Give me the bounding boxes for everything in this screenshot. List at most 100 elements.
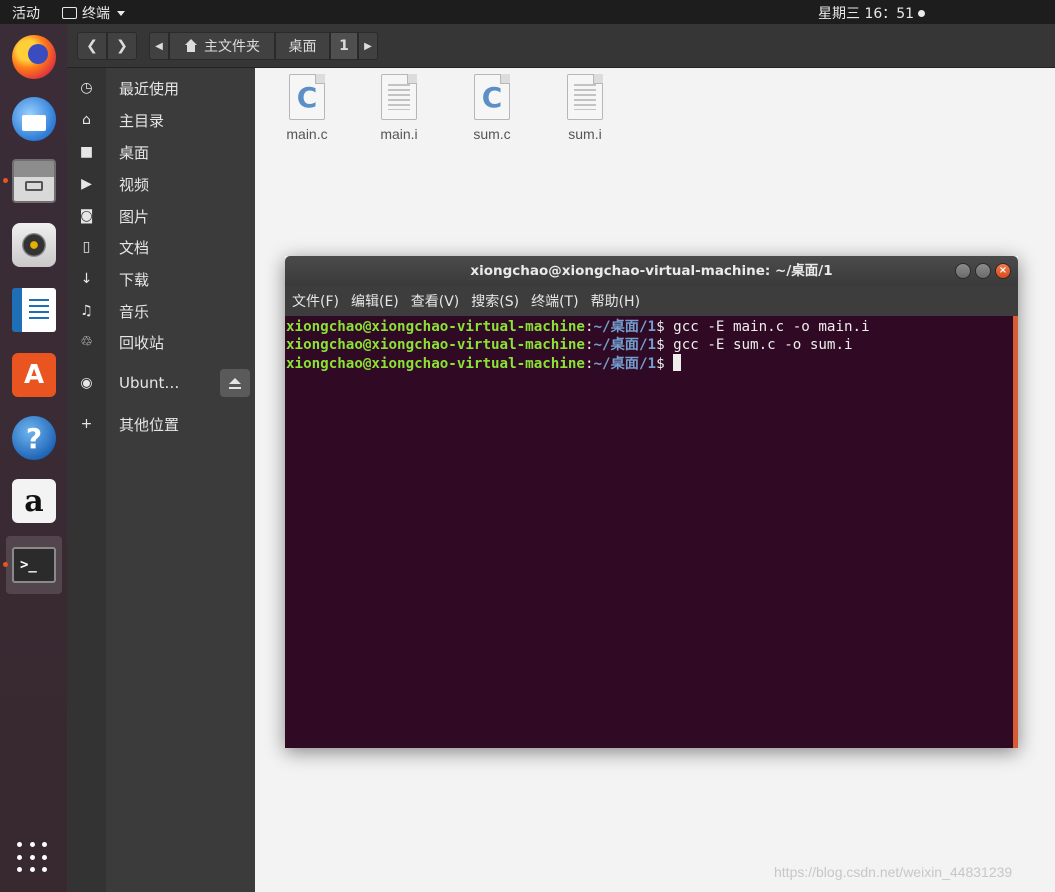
minimize-button[interactable] [955,263,971,279]
file-item[interactable]: Csum.c [456,74,528,142]
terminal-body[interactable]: xiongchao@xiongchao-virtual-machine: ~/桌面… [285,316,1018,748]
dock: A ? a >_ [0,24,67,892]
sidebar-item-2[interactable]: ■ 桌面 [67,137,255,167]
c-source-file-icon: C [289,74,325,120]
text-cursor [673,354,682,371]
path-home-button[interactable]: 主文件夹 [169,32,275,60]
chevron-down-icon [117,10,125,16]
files-icon [12,159,56,203]
amazon-icon: a [12,479,56,523]
sidebar-item-label: 最近使用 [119,79,180,98]
file-glyph [388,84,410,110]
eject-icon[interactable] [220,369,250,397]
dock-item-thunderbird[interactable] [6,90,62,148]
watermark: https://blog.csdn.net/weixin_44831239 [774,864,1013,880]
terminal-menu-item[interactable]: 终端(T) [531,291,578,311]
prompt-colon: : [584,319,594,335]
sidebar-item-1[interactable]: ⌂ 主目录 [67,105,255,135]
file-name: sum.i [568,126,602,142]
sidebar-item-5[interactable]: ▯ 文档 [67,232,255,262]
prompt-user: xiongchao@xiongchao-virtual-machine [286,319,585,335]
folder-icon: ■ [79,144,94,160]
help-icon: ? [12,416,56,460]
path-scroll-left-button[interactable]: ◀ [149,32,169,60]
ubuntu-software-icon: A [12,353,56,397]
prompt-symbol: $ [656,337,665,353]
sidebar-item-9[interactable]: ◉ Ubunt… [67,368,255,398]
sidebar-item-label: Ubunt… [119,374,180,392]
home-icon: ⌂ [82,112,91,128]
path-home-label: 主文件夹 [204,39,260,55]
maximize-button[interactable] [975,263,991,279]
terminal-titlebar[interactable]: xiongchao@xiongchao-virtual-machine: ~/桌… [285,256,1018,286]
terminal-menu-item[interactable]: 查看(V) [411,291,460,311]
dock-item-writer[interactable] [6,281,62,339]
terminal-menu-item[interactable]: 文件(F) [292,291,339,311]
dock-item-help[interactable]: ? [6,409,62,467]
dock-item-amazon[interactable]: a [6,472,62,530]
sidebar-item-label: 回收站 [119,333,165,352]
file-glyph [574,84,596,110]
prompt-symbol: $ [656,356,665,372]
terminal-menubar: 文件(F) 编辑(E) 查看(V) 搜索(S) 终端(T) 帮助(H) [285,286,1018,316]
file-item[interactable]: sum.i [549,74,621,142]
c-source-file-icon: C [474,74,510,120]
terminal-menu-item[interactable]: 帮助(H) [591,291,640,311]
dock-item-rhythmbox[interactable] [6,216,62,274]
sidebar-item-label: 其他位置 [119,415,180,434]
activities-button[interactable]: 活动 [12,3,40,23]
path-current-button[interactable]: 1 [330,32,358,60]
rhythmbox-icon [12,223,56,267]
running-indicator [3,178,8,183]
sidebar-item-label: 下载 [119,270,150,289]
clock[interactable]: 星期三 16：51 [818,3,926,23]
clock-text: 星期三 16：51 [818,6,915,22]
sidebar-item-3[interactable]: ▶ 视频 [67,169,255,199]
document-icon: ▯ [82,239,91,255]
sidebar-item-10[interactable]: + 其他位置 [67,409,255,439]
show-applications-button[interactable] [17,842,49,874]
clock-icon: ◷ [80,80,93,96]
file-glyph: C [481,80,503,114]
sidebar-item-7[interactable]: ♫ 音乐 [67,296,255,326]
terminal-menu-item[interactable]: 编辑(E) [351,291,399,311]
sidebar-item-label: 文档 [119,238,150,257]
sidebar-item-4[interactable]: ◙ 图片 [67,201,255,231]
prompt-symbol: $ [656,319,665,335]
prompt-path: ~/桌面/1 [593,356,657,372]
file-glyph: C [296,80,318,114]
sidebar-item-label: 视频 [119,175,150,194]
sidebar-item-label: 主目录 [119,111,165,130]
prompt-user: xiongchao@xiongchao-virtual-machine [286,356,585,372]
dock-item-files[interactable] [3,152,62,210]
dock-item-terminal[interactable]: >_ [3,536,62,594]
sidebar-item-label: 桌面 [119,143,150,162]
dock-item-firefox[interactable] [6,28,62,86]
sidebar-item-6[interactable]: ↓ 下载 [67,264,255,294]
terminal-window: xiongchao@xiongchao-virtual-machine: ~/桌… [285,256,1018,748]
close-button[interactable]: × [995,263,1011,279]
libreoffice-writer-icon [12,288,56,332]
thunderbird-icon [12,97,56,141]
file-item[interactable]: Cmain.c [271,74,343,142]
forward-button[interactable]: ❯ [107,32,137,60]
terminal-small-icon [62,7,77,19]
app-menu[interactable]: 终端 [62,3,125,23]
path-desktop-button[interactable]: 桌面 [275,32,330,60]
terminal-scrollbar[interactable] [1013,316,1018,748]
back-button[interactable]: ❮ [77,32,107,60]
terminal-line: xiongchao@xiongchao-virtual-machine:~/桌面… [286,336,1018,354]
sidebar: ◷ 最近使用 ⌂ 主目录 ■ 桌面 ▶ 视频 ◙ 图片 ▯ 文档 ↓ 下载 ♫ 音乐 ♲ 回收站 ◉ Ubunt… + 其… [67,68,255,892]
sidebar-item-0[interactable]: ◷ 最近使用 [67,73,255,103]
file-item[interactable]: main.i [363,74,435,142]
file-name: main.c [286,126,328,142]
path-scroll-right-button[interactable]: ▶ [358,32,378,60]
sidebar-item-8[interactable]: ♲ 回收站 [67,327,255,357]
video-icon: ▶ [81,176,92,192]
terminal-menu-item[interactable]: 搜索(S) [471,291,519,311]
firefox-icon [12,35,56,79]
plus-icon: + [80,416,93,432]
disc-icon: ◉ [80,375,93,391]
dock-item-software[interactable]: A [6,346,62,404]
file-name: main.i [380,126,418,142]
